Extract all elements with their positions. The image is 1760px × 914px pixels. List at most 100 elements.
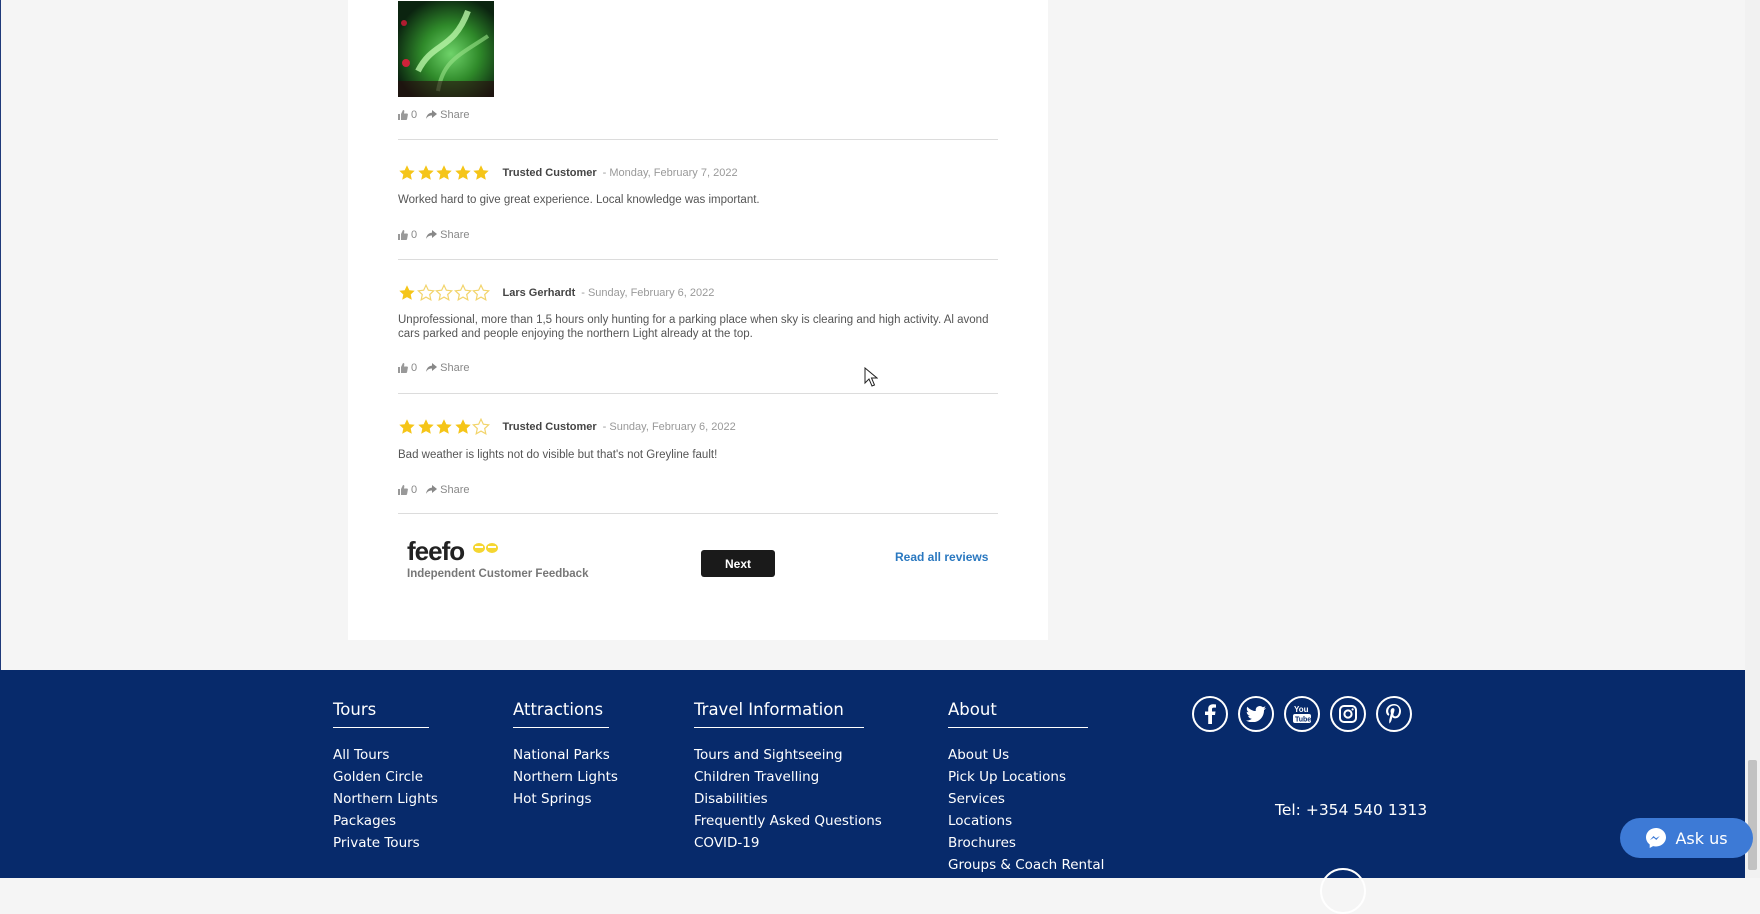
footer-link[interactable]: COVID-19 bbox=[694, 832, 882, 854]
star-filled-icon bbox=[454, 419, 471, 434]
review-photo-thumbnail[interactable] bbox=[398, 1, 494, 97]
feefo-tagline: Independent Customer Feedback bbox=[407, 568, 589, 580]
share-arrow-icon[interactable] bbox=[426, 230, 438, 240]
footer-telephone[interactable]: Tel: +354 540 1313 bbox=[1275, 801, 1427, 819]
footer-link[interactable]: National Parks bbox=[513, 744, 618, 766]
star-filled-icon bbox=[399, 285, 415, 300]
next-button[interactable]: Next bbox=[701, 550, 775, 577]
footer-link[interactable]: Northern Lights bbox=[333, 788, 438, 810]
star-rating bbox=[398, 418, 491, 436]
footer-link[interactable]: Groups & Coach Rental bbox=[948, 854, 1104, 876]
youtube-icon[interactable]: You Tube bbox=[1284, 696, 1320, 732]
footer-link[interactable]: Private Tours bbox=[333, 832, 438, 854]
heading-underline bbox=[333, 727, 429, 728]
review-text: Bad weather is lights not do visible but… bbox=[398, 449, 718, 461]
review-text: Unprofessional, more than 1,5 hours only… bbox=[398, 314, 989, 340]
review-date: - Sunday, February 6, 2022 bbox=[602, 421, 736, 433]
read-all-reviews-link[interactable]: Read all reviews bbox=[895, 550, 988, 564]
review-divider bbox=[398, 139, 998, 140]
footer-link[interactable]: Golden Circle bbox=[333, 766, 438, 788]
reviews-panel: 0 Share Trusted Customer - Monday, Febru… bbox=[348, 0, 1048, 640]
footer-column-travel-information: Travel Information Tours and Sightseeing… bbox=[694, 700, 882, 854]
instagram-icon[interactable] bbox=[1330, 696, 1366, 732]
ask-us-label: Ask us bbox=[1675, 828, 1728, 848]
footer-badge-icon bbox=[1320, 868, 1366, 914]
like-count: 0 bbox=[411, 362, 418, 374]
review-date: - Monday, February 7, 2022 bbox=[602, 167, 738, 179]
reviewer-name: Lars Gerhardt bbox=[502, 287, 576, 299]
scrollbar-thumb[interactable] bbox=[1748, 760, 1757, 870]
footer-link[interactable]: Disabilities bbox=[694, 788, 882, 810]
twitter-icon[interactable] bbox=[1238, 696, 1274, 732]
star-filled-icon bbox=[454, 165, 471, 180]
share-link[interactable]: Share bbox=[440, 362, 469, 374]
thumbs-up-icon[interactable] bbox=[398, 230, 408, 240]
star-filled-icon bbox=[399, 165, 415, 180]
footer-heading-about: About bbox=[948, 700, 997, 719]
star-filled-icon bbox=[417, 165, 434, 180]
share-link[interactable]: Share bbox=[440, 109, 469, 121]
footer-heading-tours: Tours bbox=[333, 700, 377, 719]
footer-link[interactable]: Services bbox=[948, 788, 1104, 810]
footer-link[interactable]: Brochures bbox=[948, 832, 1104, 854]
footer-link[interactable]: About Us bbox=[948, 744, 1104, 766]
review-text: Worked hard to give great experience. Lo… bbox=[398, 194, 760, 206]
facebook-icon[interactable] bbox=[1192, 696, 1228, 732]
reviewer-name: Trusted Customer bbox=[502, 421, 597, 433]
review-actions: 0 Share bbox=[398, 360, 469, 376]
star-filled-icon bbox=[436, 165, 452, 180]
footer-link[interactable]: Locations bbox=[948, 810, 1104, 832]
star-filled-icon bbox=[417, 419, 434, 434]
messenger-icon bbox=[1646, 828, 1667, 848]
footer-links-about: About Us Pick Up Locations Services Locatio… bbox=[948, 744, 1104, 876]
footer-link[interactable]: All Tours bbox=[333, 744, 438, 766]
footer-links-attractions: National Parks Northern Lights Hot Springs bbox=[513, 744, 618, 810]
share-arrow-icon[interactable] bbox=[426, 110, 438, 120]
star-filled-icon bbox=[436, 419, 452, 434]
star-empty-icon bbox=[435, 284, 453, 301]
heading-underline bbox=[948, 727, 1088, 728]
share-arrow-icon[interactable] bbox=[426, 363, 438, 373]
share-arrow-icon[interactable] bbox=[426, 485, 438, 495]
footer-heading-travel-information: Travel Information bbox=[694, 700, 844, 719]
footer-links-travel-information: Tours and Sightseeing Children Travelling… bbox=[694, 744, 882, 854]
thumbs-up-icon[interactable] bbox=[398, 363, 408, 373]
like-count: 0 bbox=[411, 109, 418, 121]
footer-link[interactable]: Hot Springs bbox=[513, 788, 618, 810]
star-empty-icon bbox=[472, 418, 490, 435]
footer-link[interactable]: Children Travelling bbox=[694, 766, 882, 788]
pinterest-icon[interactable] bbox=[1376, 696, 1412, 732]
heading-underline bbox=[694, 727, 864, 728]
thumbs-up-icon[interactable] bbox=[398, 110, 408, 120]
feefo-logo[interactable]: feefo bbox=[407, 536, 527, 566]
footer-link[interactable]: Packages bbox=[333, 810, 438, 832]
star-empty-icon bbox=[453, 284, 472, 301]
footer-link[interactable]: Northern Lights bbox=[513, 766, 618, 788]
star-empty-icon bbox=[472, 284, 490, 301]
share-link[interactable]: Share bbox=[440, 229, 469, 241]
review-actions: 0 Share bbox=[398, 107, 469, 123]
footer-link[interactable]: Tours and Sightseeing bbox=[694, 744, 882, 766]
footer-column-tours: Tours All Tours Golden Circle Northern Lig… bbox=[333, 700, 438, 854]
vertical-scrollbar[interactable] bbox=[1745, 0, 1760, 878]
footer-column-attractions: Attractions National Parks Northern Light… bbox=[513, 700, 618, 810]
review-divider bbox=[398, 513, 998, 514]
like-count: 0 bbox=[411, 229, 418, 241]
star-empty-icon bbox=[416, 284, 435, 301]
footer-link[interactable]: Pick Up Locations bbox=[948, 766, 1104, 788]
heading-underline bbox=[513, 727, 609, 728]
footer-column-about: About About Us Pick Up Locations Services L… bbox=[948, 700, 1104, 876]
ask-us-chat-button[interactable]: Ask us bbox=[1620, 818, 1753, 858]
mouse-cursor-icon bbox=[864, 366, 879, 392]
footer-link[interactable]: Frequently Asked Questions bbox=[694, 810, 882, 832]
site-footer: Tours All Tours Golden Circle Northern Lig… bbox=[0, 670, 1745, 914]
social-links: You Tube bbox=[1192, 696, 1422, 732]
share-link[interactable]: Share bbox=[440, 484, 469, 496]
star-rating bbox=[398, 284, 491, 302]
review-divider bbox=[398, 393, 998, 394]
like-count: 0 bbox=[411, 484, 418, 496]
thumbs-up-icon[interactable] bbox=[398, 485, 408, 495]
star-rating bbox=[398, 164, 491, 182]
review-actions: 0 Share bbox=[398, 227, 469, 243]
footer-links-tours: All Tours Golden Circle Northern Lights Pac… bbox=[333, 744, 438, 854]
